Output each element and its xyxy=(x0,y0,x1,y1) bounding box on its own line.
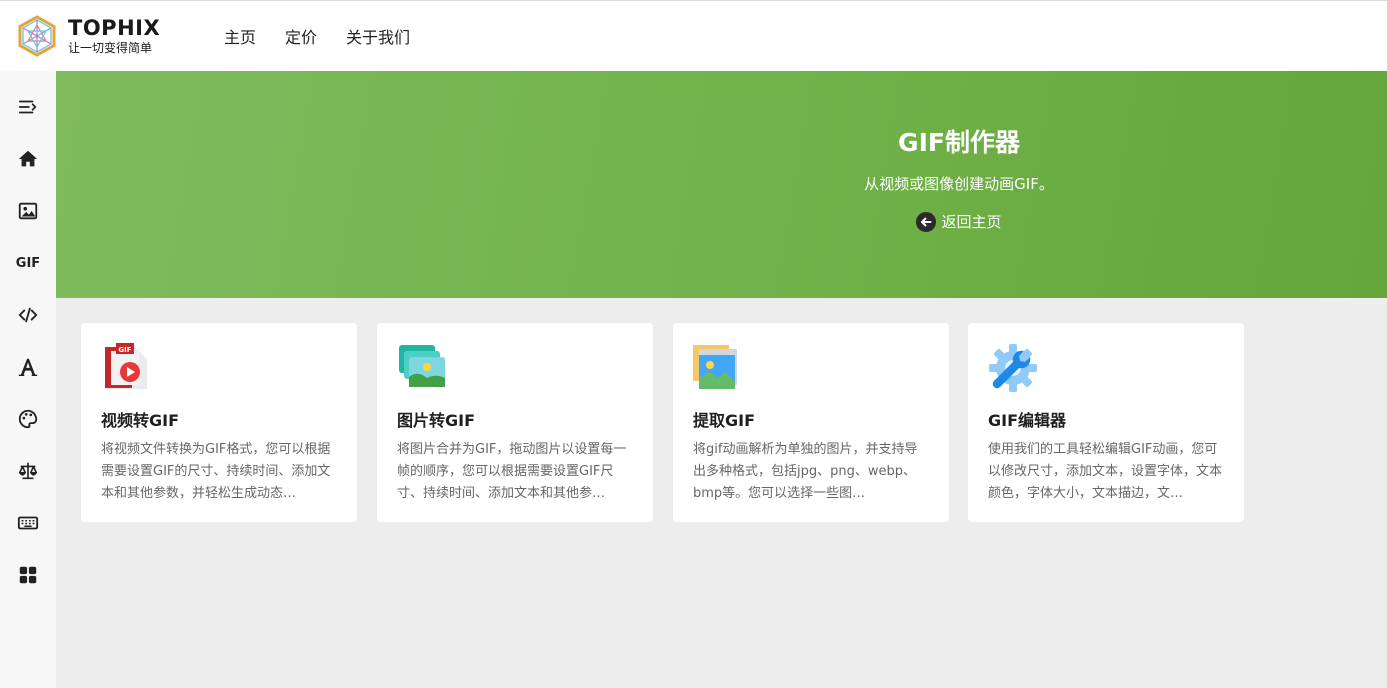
page-subtitle: 从视频或图像创建动画GIF。 xyxy=(864,175,1054,193)
back-home-link[interactable]: 返回主页 xyxy=(816,211,1102,232)
nav-about[interactable]: 关于我们 xyxy=(346,24,410,48)
card-title: 视频转GIF xyxy=(101,411,180,430)
apps-icon xyxy=(19,566,37,584)
svg-text:GIF: GIF xyxy=(118,346,131,354)
brand-tagline: 让一切变得简单 xyxy=(68,41,153,55)
image-icon xyxy=(18,202,38,220)
sidebar-item-menu[interactable] xyxy=(0,87,56,127)
tool-card-images-to-gif[interactable]: 图片转GIF 将图片合并为GIF，拖动图片以设置每一帧的顺序，您可以根据需要设置… xyxy=(377,323,653,522)
nav-home[interactable]: 主页 xyxy=(224,24,256,48)
menu-collapse-icon xyxy=(18,100,37,114)
brand-logo[interactable]: TOPHIX 让一切变得简单 xyxy=(16,15,224,57)
tool-card-video-to-gif[interactable]: GIF 视频转GIF 将视频文件转换为GIF格式，您可以根据需要设置GIF的尺寸… xyxy=(81,323,357,522)
sidebar-item-scale[interactable] xyxy=(0,451,56,491)
sidebar-item-keyboard[interactable] xyxy=(0,503,56,543)
images-to-gif-icon xyxy=(399,345,445,387)
gif-editor-icon xyxy=(989,344,1037,392)
brand-name: TOPHIX xyxy=(68,16,161,40)
gif-icon: GIF xyxy=(15,255,41,271)
arrow-left-circle-icon xyxy=(916,211,937,232)
card-description: 将视频文件转换为GIF格式，您可以根据需要设置GIF的尺寸、持续时间、添加文本和… xyxy=(101,442,331,501)
main-nav: 主页 定价 关于我们 xyxy=(224,24,439,48)
sidebar-item-palette[interactable] xyxy=(0,399,56,439)
sidebar-item-code[interactable] xyxy=(0,295,56,335)
sidebar-item-gif[interactable]: GIF xyxy=(0,243,56,283)
palette-icon xyxy=(18,409,38,429)
home-icon xyxy=(18,150,38,167)
tophix-logo-icon xyxy=(18,15,56,57)
card-title: 提取GIF xyxy=(693,411,756,430)
card-description: 将图片合并为GIF，拖动图片以设置每一帧的顺序，您可以根据需要设置GIF尺寸、持… xyxy=(397,442,627,501)
code-icon xyxy=(18,307,38,323)
back-home-label: 返回主页 xyxy=(941,213,1002,231)
sidebar-item-font[interactable] xyxy=(0,347,56,387)
card-title: 图片转GIF xyxy=(397,411,476,430)
hero-banner: GIF制作器 从视频或图像创建动画GIF。 返回主页 xyxy=(56,71,1387,298)
sidebar-item-image[interactable] xyxy=(0,191,56,231)
scale-icon xyxy=(18,462,38,480)
font-icon xyxy=(18,358,38,376)
keyboard-icon xyxy=(17,516,39,530)
extract-gif-icon xyxy=(693,345,737,389)
tool-card-gif-editor[interactable]: GIF编辑器 使用我们的工具轻松编辑GIF动画，您可以修改尺寸，添加文本，设置字… xyxy=(968,323,1244,522)
card-description: 使用我们的工具轻松编辑GIF动画，您可以修改尺寸，添加文本，设置字体，文本颜色，… xyxy=(988,442,1223,501)
sidebar-item-home[interactable] xyxy=(0,139,56,179)
card-title: GIF编辑器 xyxy=(988,411,1067,430)
card-description: 将gif动画解析为单独的图片，并支持导出多种格式，包括jpg、png、webp、… xyxy=(693,442,918,501)
tool-card-extract-gif[interactable]: 提取GIF 将gif动画解析为单独的图片，并支持导出多种格式，包括jpg、png… xyxy=(673,323,949,522)
page-title: GIF制作器 xyxy=(898,128,1020,157)
sidebar: GIF xyxy=(0,71,56,688)
nav-pricing[interactable]: 定价 xyxy=(285,24,317,48)
sidebar-item-apps[interactable] xyxy=(0,555,56,595)
top-navbar: TOPHIX 让一切变得简单 主页 定价 关于我们 xyxy=(0,0,1387,71)
video-to-gif-icon: GIF xyxy=(105,343,147,389)
